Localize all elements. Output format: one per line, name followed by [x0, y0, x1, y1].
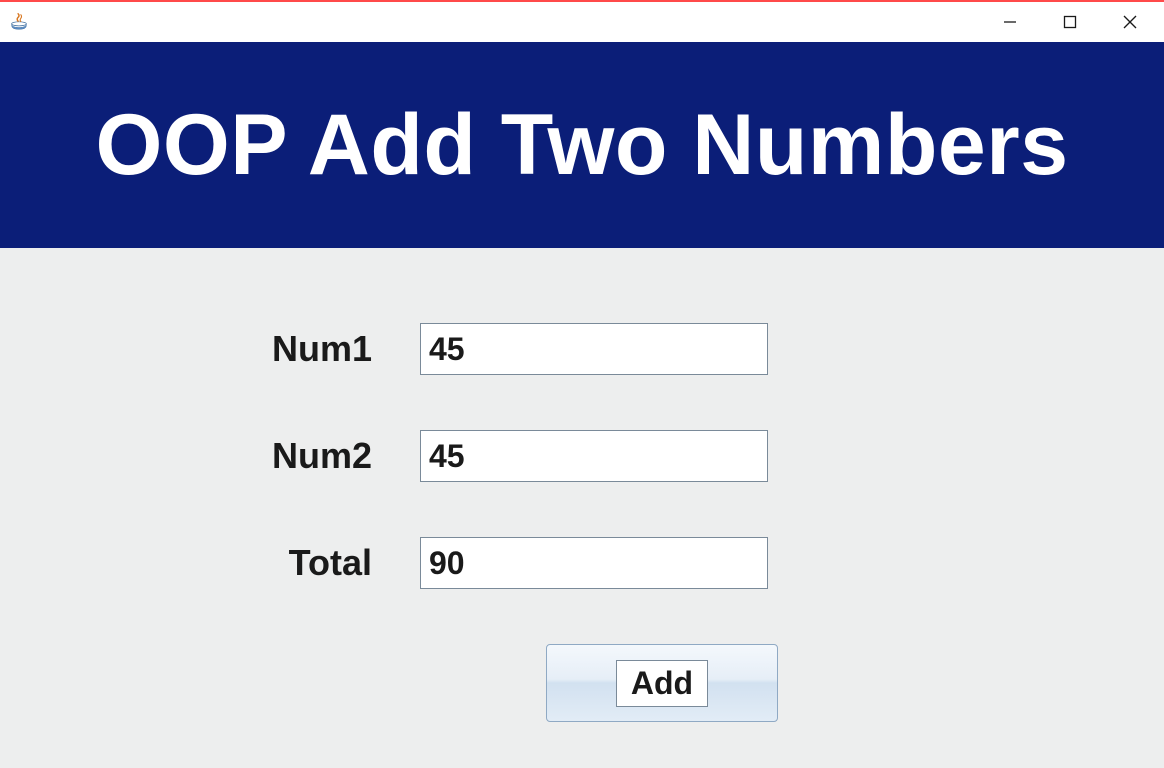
maximize-icon [1062, 14, 1078, 30]
window-controls [980, 2, 1160, 42]
maximize-button[interactable] [1040, 2, 1100, 42]
header-banner: OOP Add Two Numbers [0, 42, 1164, 248]
minimize-button[interactable] [980, 2, 1040, 42]
add-button-label: Add [616, 660, 708, 707]
num1-row: Num1 [0, 323, 1164, 375]
minimize-icon [1002, 14, 1018, 30]
titlebar-left [8, 11, 30, 33]
num1-label: Num1 [0, 328, 420, 370]
num2-label: Num2 [0, 435, 420, 477]
num2-row: Num2 [0, 430, 1164, 482]
add-button[interactable]: Add [546, 644, 778, 722]
window-titlebar [0, 0, 1164, 42]
close-button[interactable] [1100, 2, 1160, 42]
close-icon [1122, 14, 1138, 30]
app-title: OOP Add Two Numbers [95, 96, 1068, 195]
button-row: Add [0, 644, 1164, 722]
java-app-icon [8, 11, 30, 33]
total-label: Total [0, 542, 420, 584]
num1-input[interactable] [420, 323, 768, 375]
content-area: Num1 Num2 Total Add [0, 248, 1164, 768]
total-row: Total [0, 537, 1164, 589]
num2-input[interactable] [420, 430, 768, 482]
total-input[interactable] [420, 537, 768, 589]
